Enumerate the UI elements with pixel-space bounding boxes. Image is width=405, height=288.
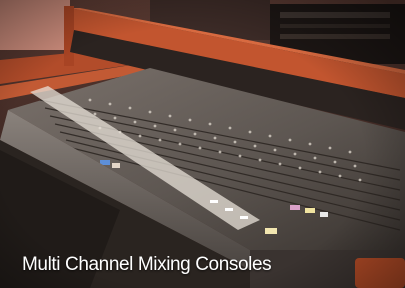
mixing-console-photo <box>0 0 405 288</box>
caption: Multi Channel Mixing Consoles <box>22 254 272 275</box>
photo-frame: Multi Channel Mixing Consoles <box>0 0 405 288</box>
